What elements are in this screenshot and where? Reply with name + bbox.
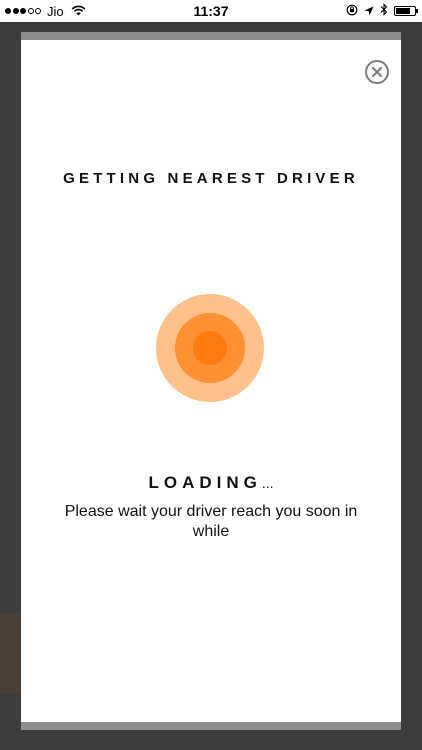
location-arrow-icon — [364, 4, 374, 19]
pulse-inner-dot — [193, 331, 227, 365]
status-right — [346, 3, 418, 19]
orientation-lock-icon — [346, 4, 358, 19]
close-button[interactable] — [365, 60, 389, 84]
dialog-title: GETTING NEAREST DRIVER — [63, 170, 359, 187]
finding-driver-dialog: GETTING NEAREST DRIVER LOADING... Please… — [21, 32, 401, 730]
loading-status: LOADING... — [21, 473, 401, 493]
loading-label: LOADING — [148, 473, 262, 492]
close-icon — [372, 67, 382, 77]
loading-pulse-indicator — [156, 294, 264, 402]
wait-message: Please wait your driver reach you soon i… — [64, 503, 358, 540]
battery-icon — [394, 6, 418, 16]
loading-ellipsis: ... — [261, 475, 274, 491]
bluetooth-icon — [380, 3, 388, 19]
status-bar: Jio 11:37 — [0, 0, 422, 22]
